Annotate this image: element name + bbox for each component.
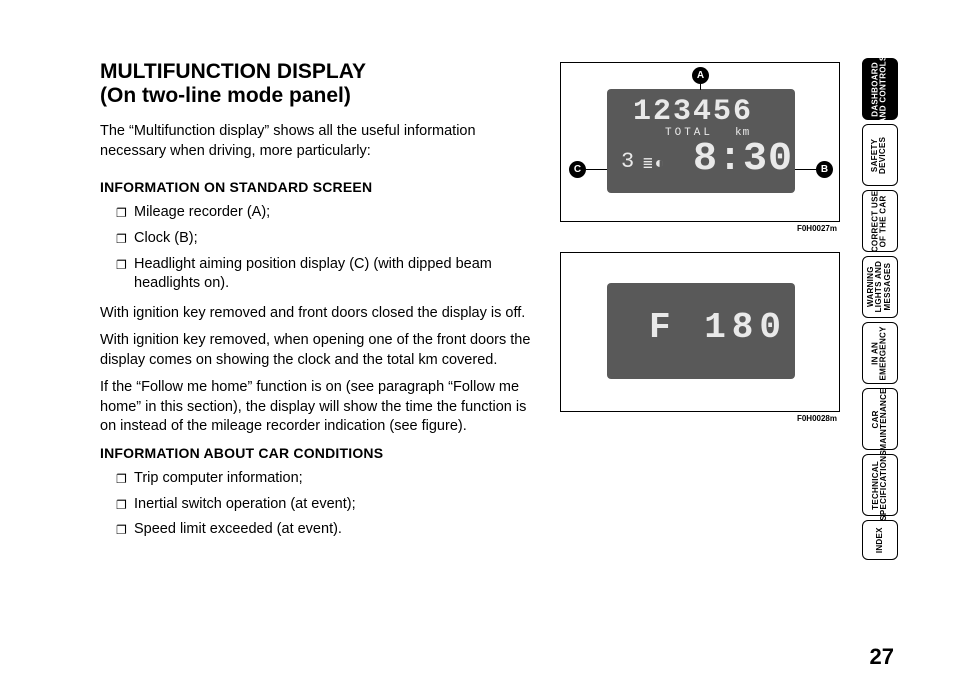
figure-1: 123456 TOTAL km 3 ≣◐ 8:30 A B C F0H0027m	[560, 62, 840, 222]
list-item: Headlight aiming position display (C) (w…	[100, 255, 540, 294]
callout-line	[586, 169, 607, 170]
aim-digit: 3	[621, 149, 636, 174]
tab-warning-lights-and-messages[interactable]: WARNING LIGHTS AND MESSAGES	[862, 256, 898, 318]
title-line-1: MULTIFUNCTION DISPLAY	[100, 60, 366, 83]
tab-car-maintenance[interactable]: CAR MAINTENANCE	[862, 388, 898, 450]
intro-text: The “Multifunction display” shows all th…	[100, 122, 540, 161]
paragraph: With ignition key removed and front door…	[100, 304, 540, 324]
tab-in-an-emergency[interactable]: IN AN EMERGENCY	[862, 322, 898, 384]
callout-c: C	[569, 161, 586, 178]
list-item: Mileage recorder (A);	[100, 203, 540, 223]
clock-value: 8:30	[693, 137, 793, 182]
figure-2-caption: F0H0028m	[797, 414, 837, 423]
section-1-list: Mileage recorder (A); Clock (B); Headlig…	[100, 203, 540, 293]
callout-line	[700, 84, 701, 90]
list-item: Inertial switch operation (at event);	[100, 495, 540, 515]
paragraph: With ignition key removed, when opening …	[100, 331, 540, 370]
list-item: Speed limit exceeded (at event).	[100, 520, 540, 540]
section-2-heading: INFORMATION ABOUT CAR CONDITIONS	[100, 445, 540, 461]
figure-2: F 180 F0H0028m	[560, 252, 840, 412]
tab-correct-use-of-the-car[interactable]: CORRECT USE OF THE CAR	[862, 190, 898, 252]
tab-dashboard-and-controls[interactable]: DASHBOARD AND CONTROLS	[862, 58, 898, 120]
list-item: Trip computer information;	[100, 469, 540, 489]
page-title: MULTIFUNCTION DISPLAY (On two-line mode …	[100, 60, 540, 108]
callout-a: A	[692, 67, 709, 84]
callout-line	[795, 169, 816, 170]
odometer-value: 123456	[633, 95, 753, 129]
figure-1-caption: F0H0027m	[797, 224, 837, 233]
lcd-screen: 123456 TOTAL km 3 ≣◐ 8:30	[607, 89, 795, 193]
follow-me-home-value: F 180	[649, 307, 787, 348]
tab-safety-devices[interactable]: SAFETY DEVICES	[862, 124, 898, 186]
title-line-2: (On two-line mode panel)	[100, 84, 351, 107]
tab-technical-specifications[interactable]: TECHNICAL SPECIFICATIONS	[862, 454, 898, 516]
tab-index[interactable]: INDEX	[862, 520, 898, 560]
list-item: Clock (B);	[100, 229, 540, 249]
side-tabs: DASHBOARD AND CONTROLS SAFETY DEVICES CO…	[862, 58, 898, 564]
section-1-heading: INFORMATION ON STANDARD SCREEN	[100, 179, 540, 195]
paragraph: If the “Follow me home” function is on (…	[100, 378, 540, 437]
lcd-screen: F 180	[607, 283, 795, 379]
section-2-list: Trip computer information; Inertial swit…	[100, 469, 540, 540]
callout-b: B	[816, 161, 833, 178]
page-number: 27	[870, 644, 894, 670]
headlight-icon: ≣◐	[643, 153, 666, 173]
